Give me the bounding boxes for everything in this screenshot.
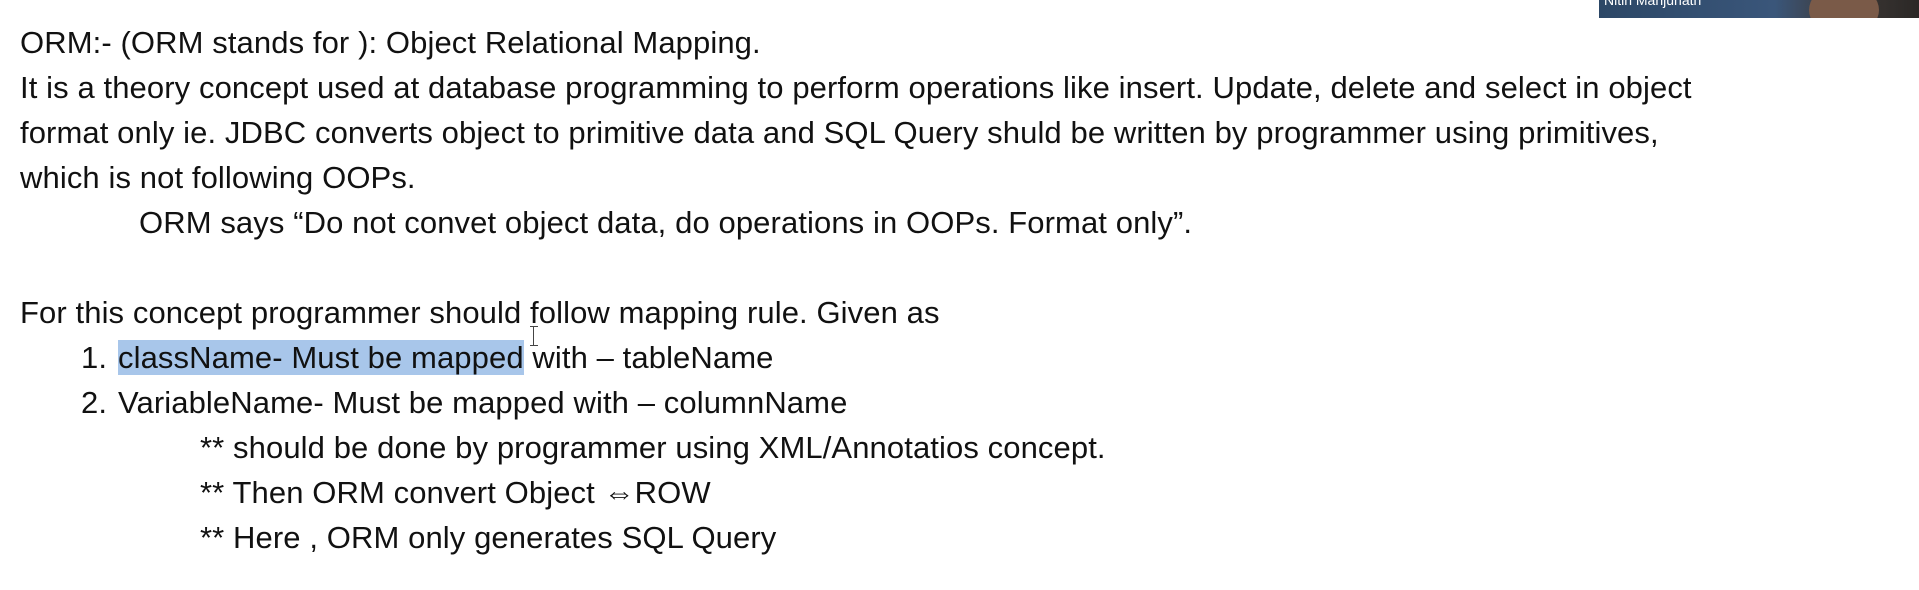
selected-text[interactable]: className- Must be mapped <box>118 340 524 375</box>
note-line: ** Then ORM convert Object ⇔ROW <box>200 475 711 510</box>
paragraph-line-1: It is a theory concept used at database … <box>20 70 1692 105</box>
note-line: ** Here , ORM only generates SQL Query <box>200 520 777 555</box>
list-item-text: VariableName- Must be mapped with – colu… <box>118 385 848 420</box>
list-number: 2. <box>81 385 108 420</box>
paragraph-line-3: which is not following OOPs. <box>20 160 416 195</box>
paragraph-line-2: format only ie. JDBC converts object to … <box>20 115 1659 150</box>
list-item: 1. className- Must be mapped with – table… <box>20 335 1880 380</box>
heading-line: ORM:- (ORM stands for ): Object Relation… <box>20 25 761 60</box>
video-participant-thumbnail[interactable]: Nitin Manjunath <box>1599 0 1919 18</box>
text-cursor-icon <box>530 325 538 347</box>
list-number: 1. <box>81 340 108 375</box>
list-item: 2. VariableName- Must be mapped with – co… <box>20 380 1880 425</box>
document-body[interactable]: ORM:- (ORM stands for ): Object Relation… <box>20 20 1880 560</box>
list-item-text: with – tableName <box>523 340 774 375</box>
mapping-intro-line: For this concept programmer should follo… <box>20 295 940 330</box>
note-line: ** should be done by programmer using XM… <box>200 430 1106 465</box>
participant-name: Nitin Manjunath <box>1604 0 1702 8</box>
quote-line: ORM says “Do not convet object data, do … <box>139 205 1193 240</box>
participant-video <box>1809 0 1879 18</box>
